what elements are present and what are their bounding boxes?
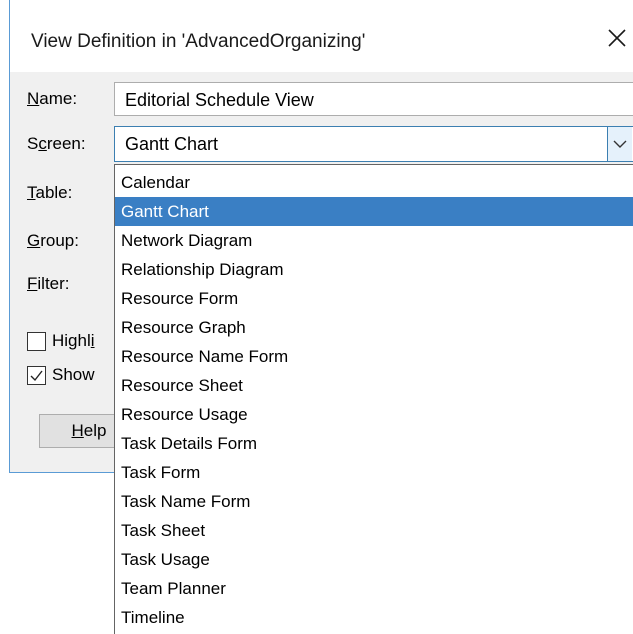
dropdown-option[interactable]: Resource Sheet xyxy=(115,371,633,400)
filter-label: Filter: xyxy=(27,274,70,293)
highlight-filter-label: Highli xyxy=(52,331,95,350)
name-input[interactable]: Editorial Schedule View xyxy=(114,82,633,116)
screen-dropdown-button[interactable] xyxy=(607,127,632,161)
dropdown-option[interactable]: Resource Usage xyxy=(115,400,633,429)
chevron-down-icon xyxy=(613,140,627,148)
screen-select[interactable]: Gantt Chart xyxy=(114,126,633,162)
dropdown-option[interactable]: Task Sheet xyxy=(115,516,633,545)
group-label: Group: xyxy=(27,231,79,250)
highlight-filter-checkbox[interactable] xyxy=(27,332,46,351)
dropdown-option[interactable]: Timeline xyxy=(115,603,633,632)
dropdown-option[interactable]: Relationship Diagram xyxy=(115,255,633,284)
dropdown-option[interactable]: Task Details Form xyxy=(115,429,633,458)
dropdown-option[interactable]: Task Name Form xyxy=(115,487,633,516)
show-in-menu-label: Show xyxy=(52,365,95,384)
dropdown-option[interactable]: Task Usage xyxy=(115,545,633,574)
screen-dropdown-list[interactable]: Calendar Gantt Chart Network Diagram Relati… xyxy=(114,164,633,634)
dropdown-option[interactable]: Resource Form xyxy=(115,284,633,313)
dropdown-option[interactable]: Resource Graph xyxy=(115,313,633,342)
checkmark-icon xyxy=(30,370,43,382)
screen-label: Screen: xyxy=(27,134,86,153)
dropdown-option[interactable]: Gantt Chart xyxy=(115,197,633,226)
table-label: Table: xyxy=(27,183,73,202)
dialog-title: View Definition in 'AdvancedOrganizing' xyxy=(31,31,366,52)
dialog-titlebar: View Definition in 'AdvancedOrganizing' xyxy=(10,0,633,72)
close-icon[interactable] xyxy=(605,26,629,50)
dropdown-option[interactable]: Resource Name Form xyxy=(115,342,633,371)
name-label: Name: xyxy=(27,89,78,108)
show-in-menu-checkbox[interactable] xyxy=(27,366,46,385)
dropdown-option[interactable]: Task Form xyxy=(115,458,633,487)
dropdown-option[interactable]: Team Planner xyxy=(115,574,633,603)
dropdown-option[interactable]: Calendar xyxy=(115,168,633,197)
dropdown-option[interactable]: Network Diagram xyxy=(115,226,633,255)
